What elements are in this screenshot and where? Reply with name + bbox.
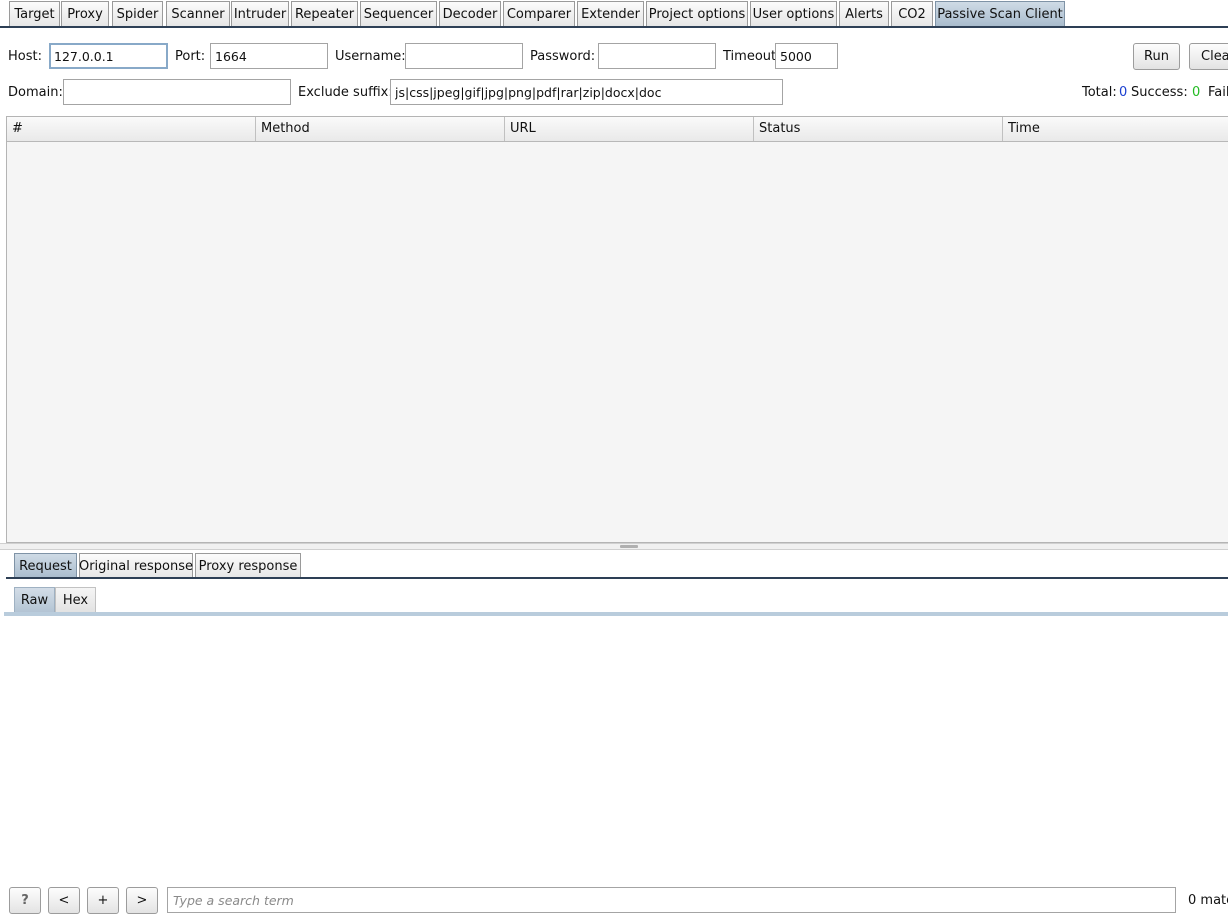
success-label: Success: — [1131, 85, 1188, 100]
tab-project-options[interactable]: Project options — [646, 1, 748, 26]
run-button[interactable]: Run — [1133, 43, 1180, 70]
success-count: 0 — [1192, 85, 1201, 100]
help-icon: ? — [21, 893, 29, 908]
column-header-method[interactable]: Method — [256, 117, 505, 141]
fail-label: Fail — [1208, 85, 1228, 100]
message-editor[interactable] — [4, 616, 1228, 882]
pane-splitter[interactable] — [0, 543, 1228, 550]
tab-raw[interactable]: Raw — [14, 587, 55, 613]
tab-spider[interactable]: Spider — [112, 1, 163, 26]
port-label: Port: — [175, 49, 206, 64]
tab-co2[interactable]: CO2 — [891, 1, 933, 26]
domain-label: Domain: — [8, 85, 63, 100]
column-header-url[interactable]: URL — [505, 117, 754, 141]
password-label: Password: — [530, 49, 596, 64]
tab-decoder[interactable]: Decoder — [439, 1, 501, 26]
timeout-label: Timeout: — [723, 49, 781, 64]
host-label: Host: — [8, 49, 42, 64]
username-label: Username: — [335, 49, 406, 64]
domain-input[interactable] — [63, 79, 291, 105]
column-header-status[interactable]: Status — [754, 117, 1003, 141]
tab-intruder[interactable]: Intruder — [231, 1, 289, 26]
help-button[interactable]: ? — [9, 887, 41, 914]
exclude-suffix-input[interactable] — [390, 79, 783, 105]
tab-bar-divider — [0, 26, 1228, 28]
previous-icon: < — [58, 893, 70, 908]
total-label: Total: — [1082, 85, 1117, 100]
main-tab-bar: Target Proxy Spider Scanner Intruder Rep… — [0, 0, 1228, 27]
exclude-suffix-label: Exclude suffix: — [298, 85, 393, 100]
next-icon: > — [136, 893, 148, 908]
password-input[interactable] — [598, 43, 716, 69]
tab-target[interactable]: Target — [9, 1, 60, 26]
tab-scanner[interactable]: Scanner — [166, 1, 230, 26]
match-count: 0 matc — [1188, 893, 1228, 908]
port-input[interactable] — [210, 43, 328, 69]
passive-scan-client-window: Target Proxy Spider Scanner Intruder Rep… — [0, 0, 1228, 921]
column-header-number[interactable]: # — [7, 117, 256, 141]
tab-comparer[interactable]: Comparer — [503, 1, 575, 26]
results-table[interactable]: # Method URL Status Time — [6, 116, 1228, 543]
total-count: 0 — [1119, 85, 1128, 100]
username-input[interactable] — [405, 43, 523, 69]
next-match-button[interactable]: > — [126, 887, 158, 914]
tab-alerts[interactable]: Alerts — [839, 1, 889, 26]
tab-request[interactable]: Request — [14, 553, 77, 578]
timeout-input[interactable] — [775, 43, 838, 69]
tab-sequencer[interactable]: Sequencer — [360, 1, 437, 26]
tab-proxy[interactable]: Proxy — [61, 1, 109, 26]
column-header-time[interactable]: Time — [1003, 117, 1228, 141]
table-header: # Method URL Status Time — [7, 117, 1228, 142]
host-input[interactable] — [49, 43, 168, 69]
search-input[interactable] — [167, 887, 1176, 913]
add-button[interactable]: + — [87, 887, 119, 914]
tab-passive-scan-client[interactable]: Passive Scan Client — [935, 1, 1065, 26]
tab-user-options[interactable]: User options — [750, 1, 837, 26]
message-tab-divider — [6, 577, 1228, 579]
tab-original-response[interactable]: Original response — [79, 553, 193, 578]
previous-match-button[interactable]: < — [48, 887, 80, 914]
splitter-grip[interactable] — [620, 545, 638, 548]
tab-repeater[interactable]: Repeater — [291, 1, 358, 26]
tab-extender[interactable]: Extender — [577, 1, 644, 26]
tab-proxy-response[interactable]: Proxy response — [195, 553, 301, 578]
tab-hex[interactable]: Hex — [55, 587, 96, 613]
clear-button[interactable]: Clea — [1189, 43, 1228, 70]
plus-icon: + — [97, 893, 109, 908]
